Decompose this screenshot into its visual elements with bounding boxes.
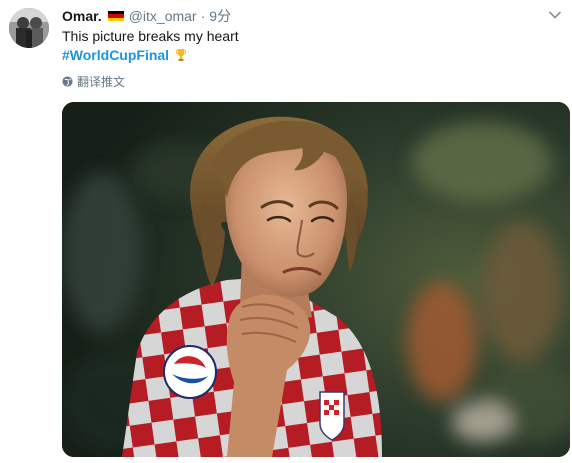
avatar-image (9, 8, 49, 48)
tweet-text-line: This picture breaks my heart (62, 28, 239, 44)
globe-icon (62, 76, 73, 87)
user-handle[interactable]: @itx_omar (129, 8, 197, 24)
timestamp[interactable]: 9分 (209, 6, 231, 26)
hashtag-link[interactable]: #WorldCupFinal (62, 47, 169, 63)
chevron-down-icon[interactable] (548, 8, 562, 22)
trophy-icon (175, 49, 186, 61)
germany-flag-icon (107, 10, 124, 22)
tweet-text: This picture breaks my heart #WorldCupFi… (62, 27, 239, 65)
translate-tweet-link[interactable]: 翻译推文 (62, 73, 125, 90)
translate-label: 翻译推文 (77, 75, 126, 89)
tweet-header: Omar. @itx_omar · 9分 (62, 6, 231, 26)
avatar[interactable] (9, 8, 49, 48)
hashtag-line: #WorldCupFinal (62, 46, 239, 65)
tweet-photo[interactable] (62, 102, 570, 457)
photo-crying-player (62, 102, 570, 457)
separator-dot: · (200, 8, 206, 24)
tweet-card[interactable]: Omar. @itx_omar · 9分 This picture breaks… (0, 0, 572, 463)
display-name[interactable]: Omar. (62, 8, 102, 24)
